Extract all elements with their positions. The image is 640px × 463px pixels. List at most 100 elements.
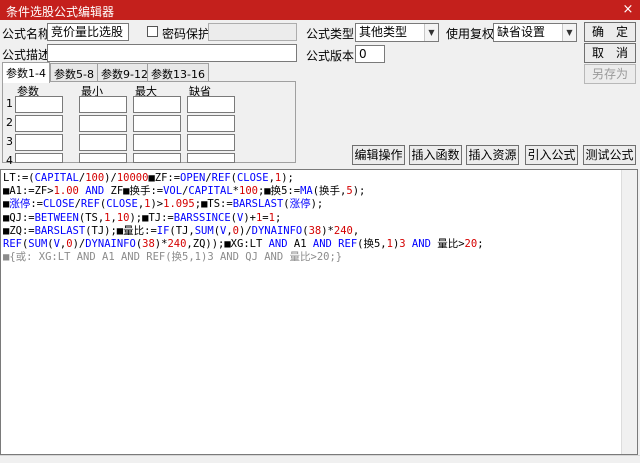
param-3-name[interactable] bbox=[15, 134, 63, 151]
code-token: VOL bbox=[163, 185, 183, 198]
code-token: )/ bbox=[239, 224, 252, 237]
param-2-default[interactable] bbox=[187, 115, 235, 132]
code-token: REF bbox=[80, 198, 100, 211]
insert-function-button[interactable]: 插入函数 bbox=[409, 145, 462, 165]
editor-scrollbar[interactable] bbox=[621, 170, 637, 454]
code-token: ■ZF:= bbox=[148, 172, 181, 184]
code-token: ; bbox=[274, 211, 282, 224]
formula-name-input[interactable]: 竞价量比选股 bbox=[47, 23, 129, 41]
tab-params-13-16[interactable]: 参数13-16 bbox=[147, 63, 209, 82]
close-icon[interactable]: × bbox=[618, 1, 638, 19]
edit-operation-button[interactable]: 编辑操作 bbox=[352, 145, 405, 165]
param-1-min[interactable] bbox=[79, 96, 127, 113]
param-3-min[interactable] bbox=[79, 134, 127, 151]
tab-params-5-8[interactable]: 参数5-8 bbox=[50, 63, 98, 82]
formula-type-label: 公式类型 bbox=[306, 27, 355, 41]
code-token: := bbox=[30, 198, 43, 211]
formula-code-editor[interactable]: LT:=(CAPITAL/100)/10000■ZF:=OPEN/REF(CLO… bbox=[0, 169, 638, 455]
code-token: DYNAINFO bbox=[251, 224, 303, 237]
code-token: )+ bbox=[243, 211, 256, 224]
code-token: )* bbox=[321, 224, 334, 237]
code-token: REF bbox=[211, 172, 231, 184]
formula-type-value: 其他类型 bbox=[359, 25, 408, 39]
code-token: )* bbox=[154, 237, 168, 250]
param-3-max[interactable] bbox=[133, 134, 181, 151]
param-4-default[interactable] bbox=[187, 153, 235, 163]
code-token: 1.095 bbox=[163, 198, 195, 211]
code-token: );■TJ:= bbox=[129, 211, 174, 224]
param-row-number: 2 bbox=[6, 116, 13, 129]
formula-name-label: 公式名称 bbox=[2, 27, 51, 41]
insert-resource-button[interactable]: 插入资源 bbox=[466, 145, 519, 165]
code-token: SUM bbox=[194, 224, 214, 237]
param-row-number: 3 bbox=[6, 135, 13, 148]
param-1-max[interactable] bbox=[133, 96, 181, 113]
code-line: REF(SUM(V,0)/DYNAINFO(38)*240,ZQ));■XG:L… bbox=[3, 238, 635, 251]
code-token: DYNAINFO bbox=[85, 237, 136, 250]
code-token: AND bbox=[411, 237, 431, 250]
password-checkbox[interactable] bbox=[147, 26, 158, 37]
code-token: (TS, bbox=[78, 211, 105, 224]
param-row-number: 4 bbox=[6, 154, 13, 167]
code-token: ■QJ:= bbox=[3, 211, 35, 224]
code-token: CAPITAL bbox=[188, 185, 233, 198]
code-token: CLOSE bbox=[236, 172, 269, 184]
code-token: 240 bbox=[333, 224, 353, 237]
code-token: ■{或: XG:LT AND A1 AND REF(换5,1)3 AND QJ … bbox=[3, 251, 343, 264]
code-token: 涨停 bbox=[9, 198, 31, 211]
code-token: SUM bbox=[28, 237, 48, 250]
param-1-name[interactable] bbox=[15, 96, 63, 113]
code-token: 10 bbox=[116, 211, 130, 224]
code-token: A1 bbox=[287, 237, 313, 250]
code-line: ■涨停:=CLOSE/REF(CLOSE,1)>1.095;■TS:=BARSL… bbox=[3, 198, 635, 211]
code-token: AND bbox=[268, 237, 288, 250]
param-3-default[interactable] bbox=[187, 134, 235, 151]
param-4-name[interactable] bbox=[15, 153, 63, 163]
code-token: IF bbox=[156, 224, 170, 237]
param-4-min[interactable] bbox=[79, 153, 127, 163]
code-token: 240 bbox=[167, 237, 187, 250]
formula-desc-input[interactable] bbox=[47, 44, 297, 62]
formula-version-input[interactable]: 0 bbox=[355, 45, 385, 63]
password-input[interactable] bbox=[208, 23, 297, 41]
code-token: 10000 bbox=[116, 172, 149, 184]
code-token: )/ bbox=[72, 237, 86, 250]
import-formula-button[interactable]: 引入公式 bbox=[525, 145, 578, 165]
param-2-name[interactable] bbox=[15, 115, 63, 132]
save-as-button[interactable]: 另存为 bbox=[584, 64, 636, 84]
formula-type-select[interactable]: 其他类型 ▼ bbox=[355, 23, 439, 42]
password-label: 密码保护 bbox=[162, 27, 211, 41]
tab-params-1-4[interactable]: 参数1-4 bbox=[2, 62, 50, 83]
title-bar: 条件选股公式编辑器 × bbox=[0, 0, 640, 20]
code-token: ;■TS:= bbox=[194, 198, 233, 211]
rights-select[interactable]: 缺省设置 ▼ bbox=[493, 23, 577, 42]
code-token: CLOSE bbox=[106, 198, 138, 211]
code-token: ■A1:=ZF> bbox=[3, 185, 54, 198]
code-token: LT:=( bbox=[3, 172, 35, 184]
code-token: )> bbox=[150, 198, 164, 211]
code-line: ■ZQ:=BARSLAST(TJ);■量比:=IF(TJ,SUM(V,0)/DY… bbox=[3, 225, 635, 238]
code-token: )/ bbox=[104, 172, 117, 184]
code-token: (TJ, bbox=[169, 224, 195, 237]
tab-params-9-12[interactable]: 参数9-12 bbox=[97, 63, 152, 82]
code-token: ■换手:= bbox=[123, 185, 164, 198]
code-token: ); bbox=[310, 198, 324, 211]
code-token: (换5, bbox=[357, 237, 387, 250]
param-4-max[interactable] bbox=[133, 153, 181, 163]
code-token: MA bbox=[300, 185, 313, 198]
ok-button[interactable]: 确 定 bbox=[584, 22, 636, 42]
status-bar bbox=[0, 455, 640, 463]
param-2-max[interactable] bbox=[133, 115, 181, 132]
code-token: BARSSINCE bbox=[173, 211, 231, 224]
param-panel: 参数 最小 最大 缺省 1 2 3 4 bbox=[2, 81, 296, 167]
cancel-button[interactable]: 取 消 bbox=[584, 43, 636, 63]
param-1-default[interactable] bbox=[187, 96, 235, 113]
code-token: BETWEEN bbox=[34, 211, 79, 224]
test-formula-button[interactable]: 测试公式 bbox=[583, 145, 636, 165]
code-token: REF bbox=[3, 237, 22, 250]
chevron-down-icon: ▼ bbox=[562, 24, 576, 41]
code-token: ;■换5:= bbox=[257, 185, 301, 198]
code-token: AND bbox=[312, 237, 332, 250]
param-2-min[interactable] bbox=[79, 115, 127, 132]
code-token: CAPITAL bbox=[34, 172, 79, 184]
